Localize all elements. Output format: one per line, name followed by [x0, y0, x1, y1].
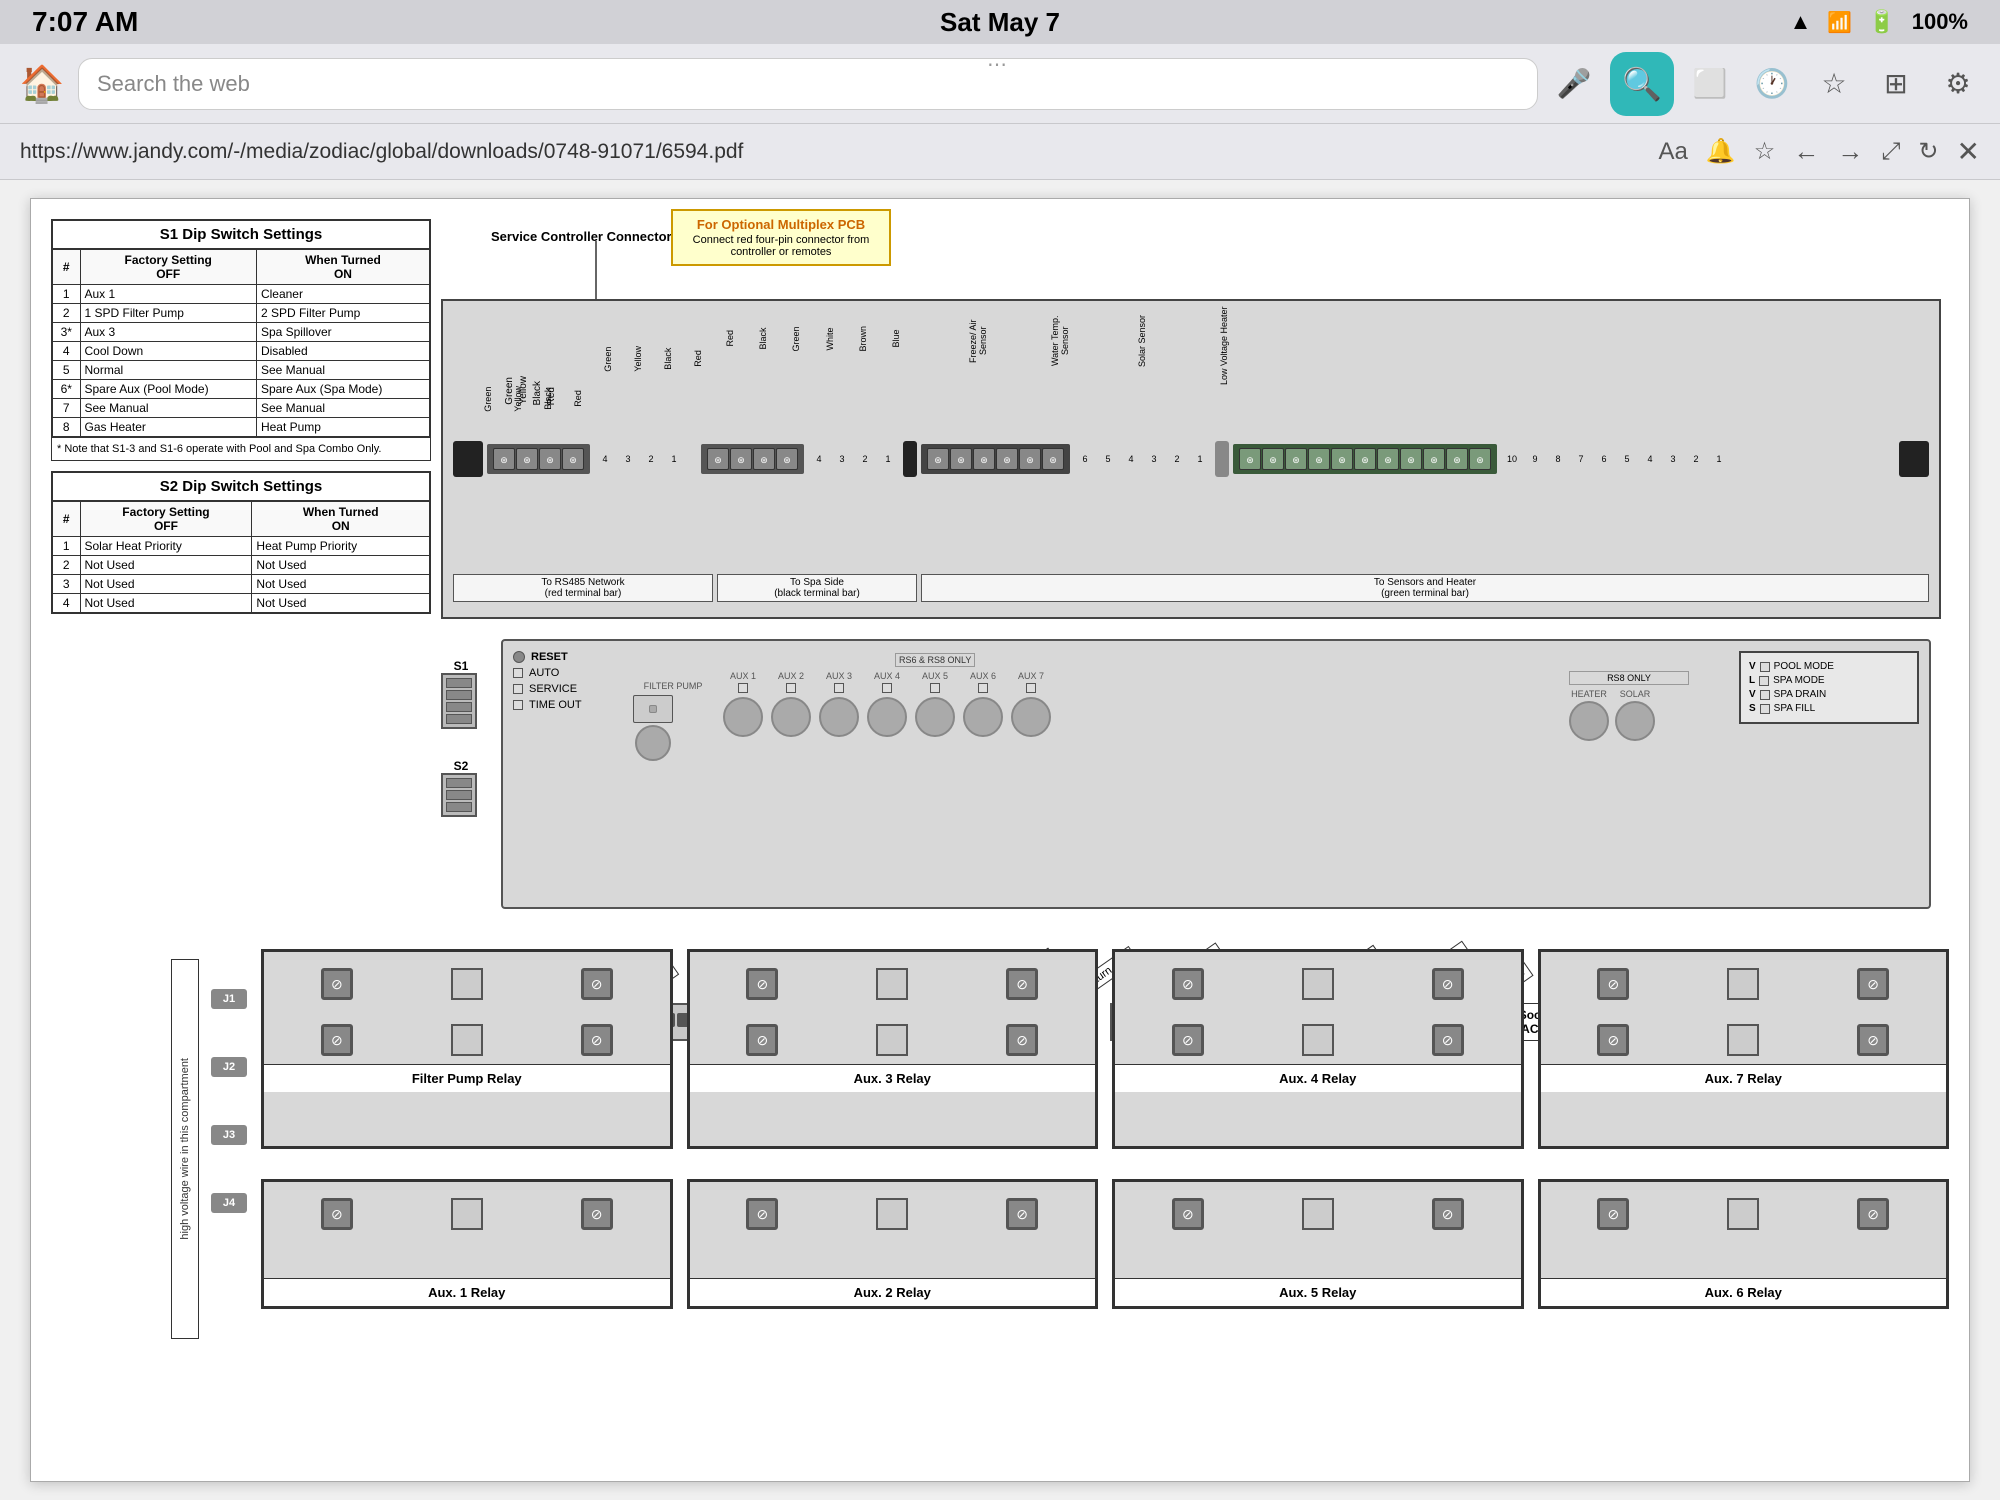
address-url[interactable]: https://www.jandy.com/-/media/zodiac/glo…	[20, 140, 1640, 164]
tab-switcher-button[interactable]: ⬜	[1684, 58, 1736, 110]
table-row: 3* Aux 3 Spa Spillover	[52, 323, 430, 342]
wifi-icon: 📶	[1827, 10, 1852, 35]
s2-switch-visual: S2	[441, 759, 481, 817]
filter-pump-relay: ⊘ ⊘ ⊘ ⊘ Filter Pump Relay	[261, 949, 673, 1149]
wiring-diagram: Service Controller Connector	[441, 209, 1951, 929]
s2-table: # Factory SettingOFF When TurnedON 1 Sol…	[51, 500, 431, 614]
table-row: 8 Gas Heater Heat Pump	[52, 418, 430, 438]
microphone-button[interactable]: 🎤	[1548, 58, 1600, 110]
control-panel: RESET AUTO SERVICE TIME OUT	[501, 639, 1931, 909]
search-placeholder: Search the web	[97, 71, 250, 97]
s2-title: S2 Dip Switch Settings	[51, 471, 431, 500]
favorites-button[interactable]: ☆	[1808, 58, 1860, 110]
aux6-relay: ⊘ ⊘ Aux. 6 Relay	[1538, 1179, 1950, 1309]
search-bar[interactable]: Search the web	[78, 58, 1538, 110]
table-row: 6* Spare Aux (Pool Mode) Spare Aux (Spa …	[52, 380, 430, 399]
table-row: 2 1 SPD Filter Pump 2 SPD Filter Pump	[52, 304, 430, 323]
reader-icon[interactable]: Aa	[1658, 138, 1687, 166]
address-bar: https://www.jandy.com/-/media/zodiac/glo…	[0, 124, 2000, 180]
forward-button[interactable]: →	[1837, 136, 1863, 167]
relay-boxes-row2: ⊘ ⊘ Aux. 1 Relay ⊘ ⊘	[261, 1179, 1949, 1309]
s1-title: S1 Dip Switch Settings	[51, 219, 431, 248]
aux3-relay: ⊘ ⊘ ⊘ ⊘ Aux. 3 Relay	[687, 949, 1099, 1149]
grid-button[interactable]: ⊞	[1870, 58, 1922, 110]
table-row: 4 Not Used Not Used	[52, 594, 430, 614]
browser-toolbar: ⋯ 🏠 Search the web 🎤 🔍 ⬜ 🕐 ☆ ⊞ ⚙	[0, 44, 2000, 124]
aux1-relay: ⊘ ⊘ Aux. 1 Relay	[261, 1179, 673, 1309]
content-area: S1 Dip Switch Settings # Factory Setting…	[0, 180, 2000, 1500]
history-button[interactable]: 🕐	[1746, 58, 1798, 110]
aux2-relay: ⊘ ⊘ Aux. 2 Relay	[687, 1179, 1099, 1309]
s1-table: # Factory SettingOFF When TurnedON 1 Aux…	[51, 248, 431, 438]
table-row: 1 Solar Heat Priority Heat Pump Priority	[52, 537, 430, 556]
tabs-indicator: ⋯	[987, 52, 1013, 77]
back-button[interactable]: ←	[1793, 136, 1819, 167]
settings-button[interactable]: ⚙	[1932, 58, 1984, 110]
status-bar: 7:07 AM Sat May 7 ▲ 📶 🔋 100%	[0, 0, 2000, 44]
signal-icon: ▲	[1790, 9, 1812, 35]
s1-switch-visual: S1	[441, 659, 481, 729]
service-connector-label: Service Controller Connector	[491, 229, 672, 244]
aux7-relay: ⊘ ⊘ ⊘ ⊘ Aux. 7 Relay	[1538, 949, 1950, 1149]
close-button[interactable]: ✕	[1957, 135, 1980, 168]
table-row: 1 Aux 1 Cleaner	[52, 285, 430, 304]
table-row: 7 See Manual See Manual	[52, 399, 430, 418]
table-row: 5 Normal See Manual	[52, 361, 430, 380]
pdf-page: S1 Dip Switch Settings # Factory Setting…	[30, 198, 1970, 1482]
s1-dip-switch-section: S1 Dip Switch Settings # Factory Setting…	[51, 219, 431, 614]
home-button[interactable]: 🏠	[16, 58, 68, 110]
date: Sat May 7	[940, 7, 1060, 37]
time: 7:07 AM	[32, 6, 138, 38]
aux4-relay: ⊘ ⊘ ⊘ ⊘ Aux. 4 Relay	[1112, 949, 1524, 1149]
aux5-relay: ⊘ ⊘ Aux. 5 Relay	[1112, 1179, 1524, 1309]
j-connectors: J1 J2 J3 J4	[211, 989, 247, 1213]
s1-note: * Note that S1-3 and S1-6 operate with P…	[51, 438, 431, 461]
terminal-block-diagram: Green Yellow Black Red Green Yellow	[441, 299, 1941, 619]
fullscreen-button[interactable]: ⤢	[1881, 138, 1900, 166]
table-row: 4 Cool Down Disabled	[52, 342, 430, 361]
table-row: 3 Not Used Not Used	[52, 575, 430, 594]
bell-icon[interactable]: 🔔	[1706, 137, 1736, 166]
battery-percent: 100%	[1912, 9, 1968, 35]
search-button[interactable]: 🔍	[1610, 52, 1674, 116]
star-icon[interactable]: ☆	[1754, 137, 1776, 166]
table-row: 2 Not Used Not Used	[52, 556, 430, 575]
optional-pcb-box: For Optional Multiplex PCB Connect red f…	[671, 209, 891, 266]
high-voltage-warning: high voltage wire in this compartment	[171, 959, 199, 1339]
refresh-button[interactable]: ↻	[1918, 137, 1938, 166]
relay-boxes-row1: ⊘ ⊘ ⊘ ⊘ Filter Pump Relay	[261, 949, 1949, 1149]
battery-icon: 🔋	[1868, 9, 1895, 35]
